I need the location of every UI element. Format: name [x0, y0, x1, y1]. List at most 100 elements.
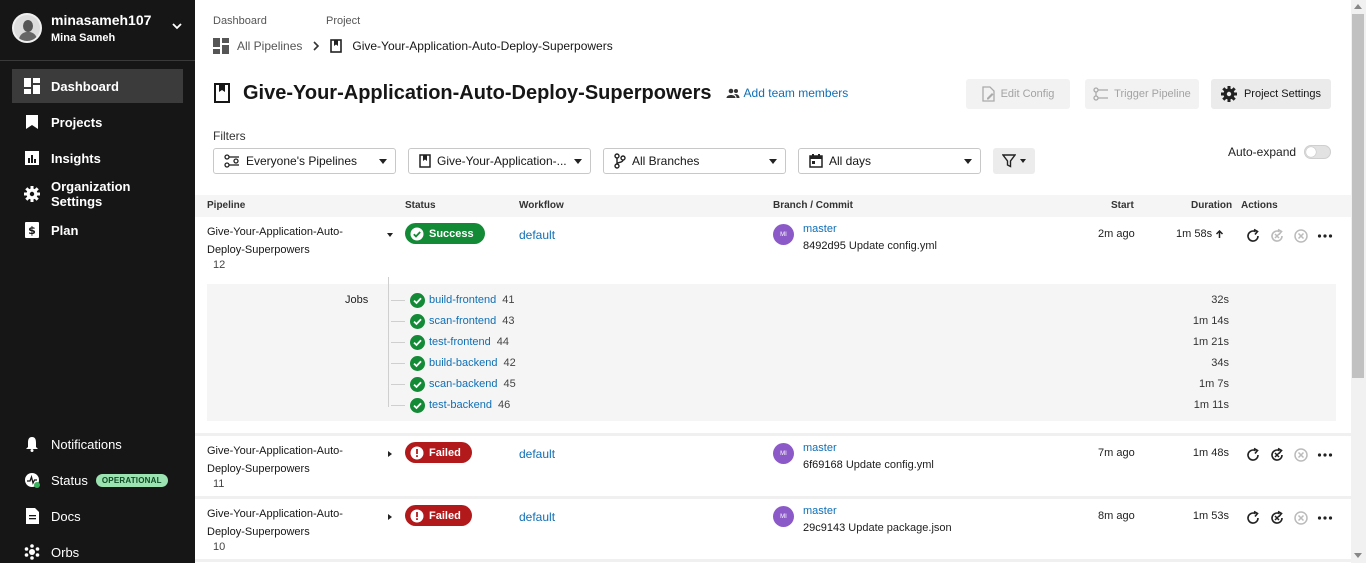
caret-down-icon: [964, 158, 972, 164]
branch-link[interactable]: master: [803, 223, 837, 235]
chevron-down-icon[interactable]: [171, 20, 183, 32]
user-menu[interactable]: minasameh107 Mina Sameh: [12, 10, 187, 50]
job-item[interactable]: test-frontend 44: [410, 334, 509, 350]
trigger-pipeline-button[interactable]: Trigger Pipeline: [1085, 79, 1199, 109]
breadcrumb-project[interactable]: Give-Your-Application-Auto-Deploy-Superp…: [352, 39, 612, 53]
branch-link[interactable]: master: [803, 505, 837, 517]
job-item[interactable]: build-backend 42: [410, 355, 516, 371]
sidebar-item-plan[interactable]: $ Plan: [12, 213, 183, 247]
pipeline-number: 12: [213, 259, 226, 271]
chevron-right-icon[interactable]: [386, 450, 394, 458]
branches-filter-select[interactable]: All Branches: [603, 148, 786, 174]
rerun-icon[interactable]: [1244, 446, 1262, 464]
add-team-members-label: Add team members: [743, 86, 849, 100]
branch-link[interactable]: master: [803, 442, 837, 454]
job-item[interactable]: build-frontend 41: [410, 292, 515, 308]
workflow-link[interactable]: default: [519, 447, 555, 461]
rerun-failed-icon[interactable]: [1268, 446, 1286, 464]
sidebar-item-notifications[interactable]: Notifications: [12, 427, 183, 461]
doc-icon: [24, 508, 40, 524]
cancel-icon[interactable]: [1292, 509, 1310, 527]
workflow-link[interactable]: default: [519, 228, 555, 242]
job-number: 43: [502, 315, 515, 327]
rerun-failed-icon[interactable]: [1268, 227, 1286, 245]
job-item[interactable]: scan-frontend 43: [410, 313, 515, 329]
more-options-icon[interactable]: [1316, 446, 1334, 464]
project-filter-value: Give-Your-Application-...: [437, 154, 567, 168]
alert-circle-icon: [410, 446, 424, 459]
pipeline-name-line: Deploy-Superpowers: [207, 463, 310, 475]
edit-config-button[interactable]: Edit Config: [966, 79, 1070, 109]
pipeline-name[interactable]: Give-Your-Application-Auto- Deploy-Super…: [207, 505, 343, 541]
pipeline-name[interactable]: Give-Your-Application-Auto- Deploy-Super…: [207, 442, 343, 478]
check-circle-icon: [410, 355, 425, 371]
cancel-icon[interactable]: [1292, 227, 1310, 245]
caret-down-icon: [379, 158, 387, 164]
job-item[interactable]: test-backend 46: [410, 397, 510, 413]
sidebar-item-insights[interactable]: Insights: [12, 141, 183, 175]
scroll-down-icon[interactable]: [1354, 553, 1362, 558]
cancel-icon[interactable]: [1292, 446, 1310, 464]
more-options-icon[interactable]: [1316, 227, 1334, 245]
pipeline-name-line: Give-Your-Application-Auto-: [207, 508, 343, 520]
days-filter-select[interactable]: All days: [798, 148, 981, 174]
trigger-pipeline-label: Trigger Pipeline: [1114, 88, 1191, 100]
job-duration: 1m 14s: [1192, 315, 1229, 327]
chevron-right-icon[interactable]: [386, 513, 394, 521]
sidebar-item-status[interactable]: Status OPERATIONAL: [12, 463, 183, 497]
pipeline-name-line: Deploy-Superpowers: [207, 244, 310, 256]
scroll-up-icon[interactable]: [1354, 4, 1362, 9]
project-filter-select[interactable]: Give-Your-Application-...: [408, 148, 591, 174]
bookmark-icon: [24, 114, 40, 130]
bookmark-icon: [419, 154, 431, 168]
commit-info[interactable]: 8492d95 Update config.yml: [803, 240, 937, 252]
pipelines-filter-select[interactable]: Everyone's Pipelines: [213, 148, 396, 174]
commit-hash: 6f69168: [803, 459, 843, 471]
sidebar-item-projects[interactable]: Projects: [12, 105, 183, 139]
pipeline-name[interactable]: Give-Your-Application-Auto- Deploy-Super…: [207, 223, 343, 259]
pipeline-name-line: Give-Your-Application-Auto-: [207, 226, 343, 238]
job-item[interactable]: scan-backend 45: [410, 376, 516, 392]
duration: 1m 53s: [1192, 510, 1229, 522]
pipeline-number: 10: [213, 541, 226, 553]
status-badge: Failed: [405, 505, 472, 526]
dashboard-icon: [24, 78, 40, 94]
avatar: MI: [773, 443, 794, 464]
scrollbar-thumb[interactable]: [1352, 14, 1364, 378]
avatar: MI: [773, 224, 794, 245]
jobs-tree-tick: [391, 321, 405, 322]
commit-message: Update config.yml: [848, 240, 937, 252]
sidebar-item-docs[interactable]: Docs: [12, 499, 183, 533]
project-settings-button[interactable]: Project Settings: [1211, 79, 1331, 109]
chevron-down-icon[interactable]: [386, 231, 394, 239]
people-icon: [726, 88, 740, 98]
alert-circle-icon: [410, 509, 424, 522]
sidebar-item-organization-settings[interactable]: Organization Settings: [12, 177, 183, 211]
job-name: scan-backend: [429, 378, 498, 390]
commit-hash: 29c9143: [803, 522, 846, 534]
pipeline-icon: [1093, 87, 1109, 101]
sidebar: minasameh107 Mina Sameh Dashboard Projec…: [0, 0, 195, 563]
advanced-filter-button[interactable]: [993, 148, 1035, 174]
sidebar-item-dashboard[interactable]: Dashboard: [12, 69, 183, 103]
rerun-failed-icon[interactable]: [1268, 509, 1286, 527]
workflow-link[interactable]: default: [519, 510, 555, 524]
bookmark-icon: [214, 83, 230, 103]
col-header-start: Start: [1111, 200, 1134, 211]
pipelines-filter-value: Everyone's Pipelines: [246, 154, 358, 168]
commit-info[interactable]: 29c9143 Update package.json: [803, 522, 952, 534]
caret-down-icon: [574, 158, 582, 164]
add-team-members-link[interactable]: Add team members: [726, 86, 849, 100]
orbs-icon: [24, 544, 40, 560]
sidebar-item-orbs[interactable]: Orbs: [12, 535, 183, 563]
days-filter-value: All days: [829, 154, 872, 168]
auto-expand-toggle[interactable]: [1304, 145, 1331, 159]
commit-info[interactable]: 6f69168 Update config.yml: [803, 459, 934, 471]
col-header-pipeline: Pipeline: [207, 200, 246, 211]
rerun-icon[interactable]: [1244, 509, 1262, 527]
breadcrumb-all-pipelines[interactable]: All Pipelines: [237, 39, 302, 53]
more-options-icon[interactable]: [1316, 509, 1334, 527]
start-time: 2m ago: [1098, 228, 1135, 240]
rerun-icon[interactable]: [1244, 227, 1262, 245]
auto-expand-label: Auto-expand: [1228, 145, 1297, 159]
